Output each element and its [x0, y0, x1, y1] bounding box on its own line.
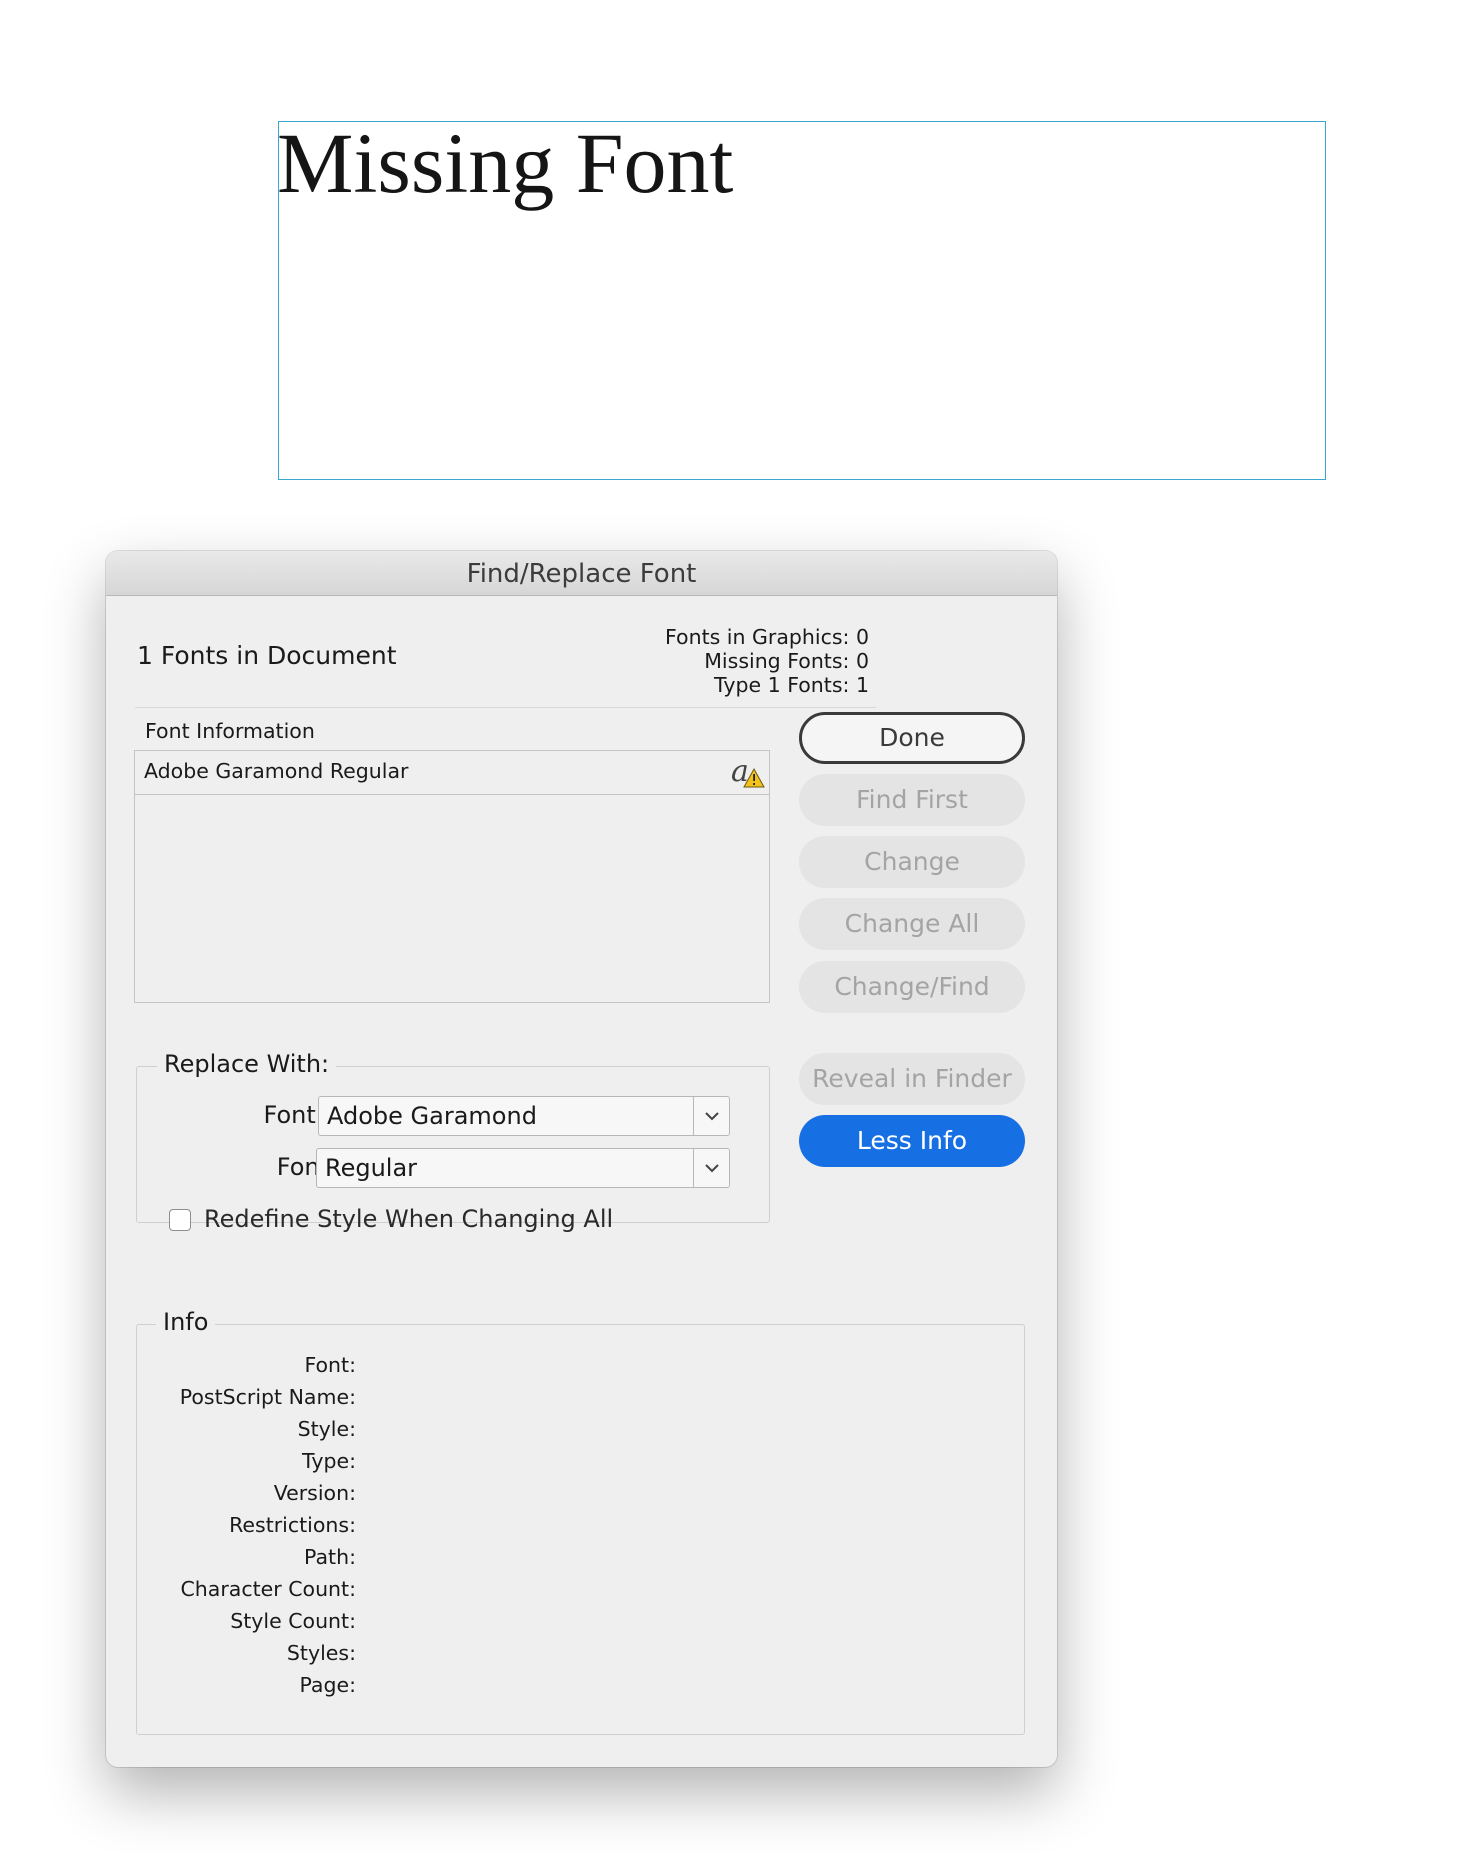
divider [135, 707, 876, 708]
font-list-item-label: Adobe Garamond Regular [144, 759, 409, 783]
font-family-value: Adobe Garamond [327, 1102, 537, 1130]
change-button[interactable]: Change [799, 836, 1025, 888]
info-title: Info [156, 1308, 216, 1336]
fonts-in-document-count: 1 Fonts in Document [137, 641, 397, 670]
replace-with-group [136, 1066, 770, 1223]
type1-fonts-stat: Type 1 Fonts: 1 [714, 673, 869, 697]
font-list[interactable]: Adobe Garamond Regular a [134, 750, 770, 1003]
font-style-value: Regular [325, 1154, 418, 1182]
find-replace-font-dialog: Find/Replace Font 1 Fonts in Document Fo… [106, 551, 1057, 1767]
info-styles-label: Styles: [286, 1641, 356, 1665]
frame-text[interactable]: Missing Font [277, 116, 733, 211]
info-path-label: Path: [304, 1545, 356, 1569]
info-character-count-label: Character Count: [180, 1577, 356, 1601]
done-button[interactable]: Done [799, 712, 1025, 764]
font-stats: Fonts in Graphics: 0 Missing Fonts: 0 Ty… [526, 625, 869, 697]
font-information-label: Font Information [145, 719, 315, 743]
info-font-label: Font: [304, 1353, 356, 1377]
info-postscript-name-label: PostScript Name: [179, 1385, 356, 1409]
info-version-label: Version: [273, 1481, 356, 1505]
font-family-select[interactable]: Adobe Garamond [318, 1096, 730, 1136]
fonts-in-graphics-stat: Fonts in Graphics: 0 [664, 625, 869, 649]
less-info-button[interactable]: Less Info [799, 1115, 1025, 1167]
redefine-style-checkbox[interactable] [169, 1209, 191, 1231]
info-style-label: Style: [297, 1417, 356, 1441]
dialog-title[interactable]: Find/Replace Font [106, 551, 1057, 596]
find-first-button[interactable]: Find First [799, 774, 1025, 826]
missing-fonts-stat: Missing Fonts: 0 [704, 649, 869, 673]
info-page-label: Page: [299, 1673, 356, 1697]
reveal-in-finder-button[interactable]: Reveal in Finder [799, 1053, 1025, 1105]
font-list-item[interactable]: Adobe Garamond Regular a [135, 751, 769, 795]
chevron-down-icon[interactable] [693, 1097, 729, 1135]
chevron-down-icon[interactable] [693, 1149, 729, 1187]
change-all-button[interactable]: Change All [799, 898, 1025, 950]
info-style-count-label: Style Count: [230, 1609, 356, 1633]
info-type-label: Type: [302, 1449, 356, 1473]
replace-with-title: Replace With: [157, 1050, 337, 1078]
type1-font-warning-icon: a [730, 754, 766, 789]
info-restrictions-label: Restrictions: [229, 1513, 356, 1537]
font-style-select[interactable]: Regular [316, 1148, 730, 1188]
redefine-style-label[interactable]: Redefine Style When Changing All [204, 1205, 613, 1233]
change-find-button[interactable]: Change/Find [799, 961, 1025, 1013]
text-frame[interactable]: Missing Font [277, 116, 1326, 480]
